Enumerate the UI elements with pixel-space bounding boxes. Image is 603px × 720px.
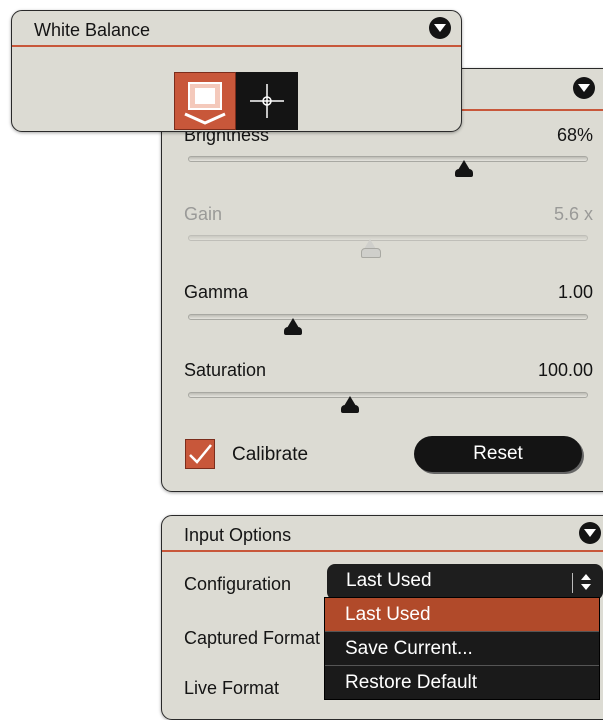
gain-slider-thumb xyxy=(358,239,382,261)
saturation-slider-track[interactable] xyxy=(188,392,588,398)
configuration-select[interactable]: Last Used xyxy=(327,564,603,600)
saturation-value: 100.00 xyxy=(537,360,593,380)
checkmark-icon xyxy=(189,444,212,464)
calibrate-checkbox[interactable] xyxy=(185,439,215,469)
configuration-label: Configuration xyxy=(184,574,292,594)
gamma-slider-track[interactable] xyxy=(188,314,588,320)
brightness-value: 68% xyxy=(556,125,593,145)
gamma-slider-thumb[interactable] xyxy=(281,318,305,340)
reset-button[interactable]: Reset xyxy=(414,436,582,472)
auto-white-balance-button[interactable] xyxy=(174,72,236,130)
white-balance-panel: White Balance xyxy=(11,10,462,132)
gain-slider-track xyxy=(188,235,588,241)
configuration-select-value: Last Used xyxy=(346,570,432,591)
chevron-up-down-icon xyxy=(581,574,591,590)
collapse-icon[interactable] xyxy=(429,17,451,39)
saturation-slider-thumb[interactable] xyxy=(338,396,362,418)
input-options-title: Input Options xyxy=(184,525,292,545)
select-divider xyxy=(572,573,573,593)
collapse-icon[interactable] xyxy=(573,77,595,99)
saturation-label: Saturation xyxy=(184,360,267,380)
dropdown-item-last-used[interactable]: Last Used xyxy=(325,598,599,632)
brightness-slider-thumb[interactable] xyxy=(452,160,476,182)
white-balance-picker-button[interactable] xyxy=(236,72,298,130)
gain-value: 5.6 x xyxy=(553,204,593,224)
brightness-slider-track[interactable] xyxy=(188,156,588,162)
auto-white-balance-icon xyxy=(184,82,226,125)
gamma-value: 1.00 xyxy=(557,282,593,302)
captured-format-label: Captured Format xyxy=(184,628,321,648)
gamma-label: Gamma xyxy=(184,282,249,302)
white-balance-title: White Balance xyxy=(34,20,151,40)
gain-label: Gain xyxy=(184,204,223,224)
collapse-icon[interactable] xyxy=(579,522,601,544)
crosshair-icon xyxy=(250,84,284,118)
configuration-dropdown-menu: Last Used Save Current... Restore Defaul… xyxy=(324,597,600,700)
dropdown-item-restore-default[interactable]: Restore Default xyxy=(325,666,599,699)
live-format-label: Live Format xyxy=(184,678,280,698)
calibrate-label[interactable]: Calibrate xyxy=(232,444,308,466)
dropdown-item-save-current[interactable]: Save Current... xyxy=(325,632,599,666)
